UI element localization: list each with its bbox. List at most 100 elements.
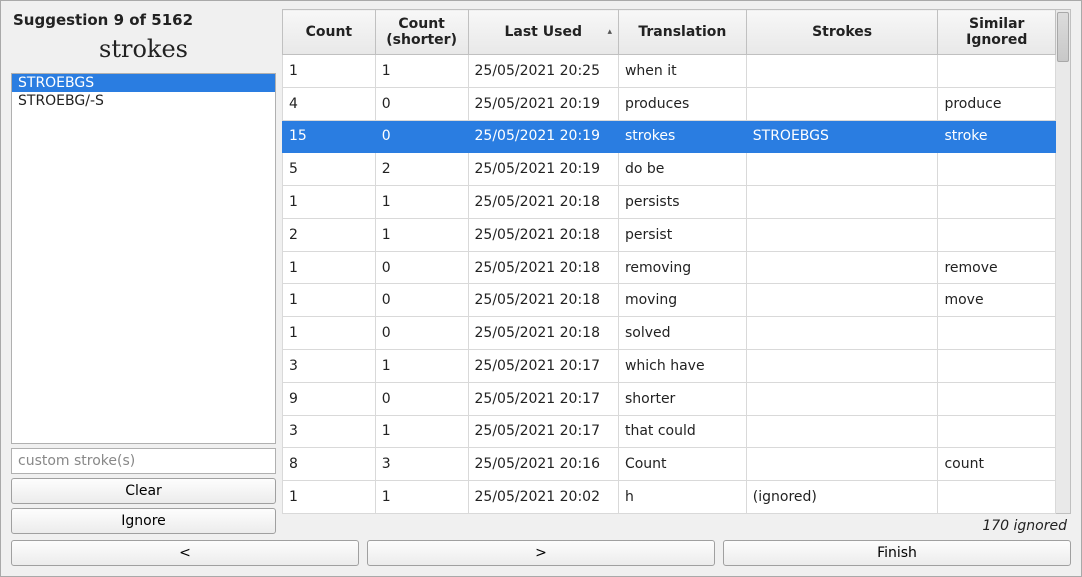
cell-translation: that could bbox=[618, 415, 746, 448]
cell-shorter: 0 bbox=[375, 251, 468, 284]
cell-similar bbox=[938, 218, 1056, 251]
table-row[interactable]: 4025/05/2021 20:19producesproduce bbox=[283, 87, 1056, 120]
cell-shorter: 0 bbox=[375, 87, 468, 120]
cell-translation: Count bbox=[618, 448, 746, 481]
table-row[interactable]: 5225/05/2021 20:19do be bbox=[283, 153, 1056, 186]
cell-translation: persists bbox=[618, 186, 746, 219]
cell-similar bbox=[938, 317, 1056, 350]
cell-similar: move bbox=[938, 284, 1056, 317]
cell-shorter: 1 bbox=[375, 350, 468, 383]
next-button[interactable]: > bbox=[367, 540, 715, 566]
table-row[interactable]: 1025/05/2021 20:18moving move bbox=[283, 284, 1056, 317]
col-header-strokes[interactable]: Strokes bbox=[746, 10, 938, 55]
cell-last: 25/05/2021 20:17 bbox=[468, 350, 618, 383]
table-row[interactable]: 9025/05/2021 20:17shorter bbox=[283, 382, 1056, 415]
scrollbar-thumb[interactable] bbox=[1057, 12, 1069, 62]
cell-strokes bbox=[746, 350, 938, 383]
table-row[interactable]: 3125/05/2021 20:17that could bbox=[283, 415, 1056, 448]
cell-shorter: 0 bbox=[375, 284, 468, 317]
col-header-count[interactable]: Count bbox=[283, 10, 376, 55]
cell-strokes bbox=[746, 153, 938, 186]
cell-last: 25/05/2021 20:18 bbox=[468, 251, 618, 284]
cell-strokes bbox=[746, 448, 938, 481]
sort-indicator-icon: ▴ bbox=[607, 27, 612, 37]
cell-count: 15 bbox=[283, 120, 376, 153]
table-wrap: Count Count (shorter) Last Used ▴ Transl… bbox=[282, 9, 1071, 514]
col-header-count-shorter[interactable]: Count (shorter) bbox=[375, 10, 468, 55]
cell-last: 25/05/2021 20:25 bbox=[468, 55, 618, 88]
cell-translation: moving bbox=[618, 284, 746, 317]
cell-similar: produce bbox=[938, 87, 1056, 120]
cell-count: 1 bbox=[283, 186, 376, 219]
cell-translation: removing bbox=[618, 251, 746, 284]
custom-stroke-input[interactable] bbox=[11, 448, 276, 474]
stroke-list[interactable]: STROEBGSSTROEBG/-S bbox=[11, 73, 276, 444]
ignored-count-footer: 170 ignored bbox=[282, 514, 1071, 534]
cell-shorter: 0 bbox=[375, 382, 468, 415]
cell-translation: persist bbox=[618, 218, 746, 251]
cell-similar bbox=[938, 55, 1056, 88]
cell-last: 25/05/2021 20:02 bbox=[468, 481, 618, 514]
table-row[interactable]: 1125/05/2021 20:25when it bbox=[283, 55, 1056, 88]
col-header-translation[interactable]: Translation bbox=[618, 10, 746, 55]
cell-similar: count bbox=[938, 448, 1056, 481]
cell-last: 25/05/2021 20:18 bbox=[468, 284, 618, 317]
cell-count: 1 bbox=[283, 55, 376, 88]
cell-shorter: 1 bbox=[375, 218, 468, 251]
cell-translation: do be bbox=[618, 153, 746, 186]
cell-last: 25/05/2021 20:16 bbox=[468, 448, 618, 481]
suggestions-table[interactable]: Count Count (shorter) Last Used ▴ Transl… bbox=[282, 9, 1056, 514]
col-header-similar-ignored[interactable]: Similar Ignored bbox=[938, 10, 1056, 55]
cell-count: 1 bbox=[283, 481, 376, 514]
cell-last: 25/05/2021 20:19 bbox=[468, 120, 618, 153]
table-scrollbar[interactable] bbox=[1056, 9, 1071, 514]
cell-strokes bbox=[746, 317, 938, 350]
table-row[interactable]: 8325/05/2021 20:16Countcount bbox=[283, 448, 1056, 481]
cell-count: 8 bbox=[283, 448, 376, 481]
cell-count: 5 bbox=[283, 153, 376, 186]
cell-similar bbox=[938, 350, 1056, 383]
cell-last: 25/05/2021 20:18 bbox=[468, 317, 618, 350]
cell-last: 25/05/2021 20:17 bbox=[468, 382, 618, 415]
prev-button[interactable]: < bbox=[11, 540, 359, 566]
cell-similar bbox=[938, 481, 1056, 514]
cell-strokes: (ignored) bbox=[746, 481, 938, 514]
current-translation-title: strokes bbox=[11, 33, 276, 69]
cell-similar: remove bbox=[938, 251, 1056, 284]
stroke-list-item[interactable]: STROEBG/-S bbox=[12, 92, 275, 110]
cell-last: 25/05/2021 20:19 bbox=[468, 87, 618, 120]
cell-count: 1 bbox=[283, 251, 376, 284]
ignore-button[interactable]: Ignore bbox=[11, 508, 276, 534]
cell-strokes bbox=[746, 415, 938, 448]
cell-translation: h bbox=[618, 481, 746, 514]
cell-translation: strokes bbox=[618, 120, 746, 153]
col-header-last-used[interactable]: Last Used ▴ bbox=[468, 10, 618, 55]
table-row[interactable]: 15025/05/2021 20:19strokesSTROEBGSstroke bbox=[283, 120, 1056, 153]
finish-button[interactable]: Finish bbox=[723, 540, 1071, 566]
cell-count: 1 bbox=[283, 284, 376, 317]
cell-count: 1 bbox=[283, 317, 376, 350]
cell-translation: when it bbox=[618, 55, 746, 88]
cell-last: 25/05/2021 20:19 bbox=[468, 153, 618, 186]
table-row[interactable]: 1125/05/2021 20:02h(ignored) bbox=[283, 481, 1056, 514]
cell-count: 4 bbox=[283, 87, 376, 120]
table-row[interactable]: 1125/05/2021 20:18persists bbox=[283, 186, 1056, 219]
table-row[interactable]: 3125/05/2021 20:17which have bbox=[283, 350, 1056, 383]
nav-row: < > Finish bbox=[11, 540, 1071, 566]
cell-shorter: 2 bbox=[375, 153, 468, 186]
cell-similar bbox=[938, 153, 1056, 186]
table-row[interactable]: 2125/05/2021 20:18persist bbox=[283, 218, 1056, 251]
table-header-row: Count Count (shorter) Last Used ▴ Transl… bbox=[283, 10, 1056, 55]
table-row[interactable]: 1025/05/2021 20:18removing remove bbox=[283, 251, 1056, 284]
cell-translation: which have bbox=[618, 350, 746, 383]
cell-similar bbox=[938, 415, 1056, 448]
main-window: Suggestion 9 of 5162 strokes STROEBGSSTR… bbox=[0, 0, 1082, 577]
left-pane: Suggestion 9 of 5162 strokes STROEBGSSTR… bbox=[11, 9, 276, 534]
cell-shorter: 0 bbox=[375, 317, 468, 350]
cell-count: 3 bbox=[283, 415, 376, 448]
table-row[interactable]: 1025/05/2021 20:18solved bbox=[283, 317, 1056, 350]
top-region: Suggestion 9 of 5162 strokes STROEBGSSTR… bbox=[11, 9, 1071, 534]
clear-button[interactable]: Clear bbox=[11, 478, 276, 504]
stroke-list-item[interactable]: STROEBGS bbox=[12, 74, 275, 92]
cell-shorter: 0 bbox=[375, 120, 468, 153]
